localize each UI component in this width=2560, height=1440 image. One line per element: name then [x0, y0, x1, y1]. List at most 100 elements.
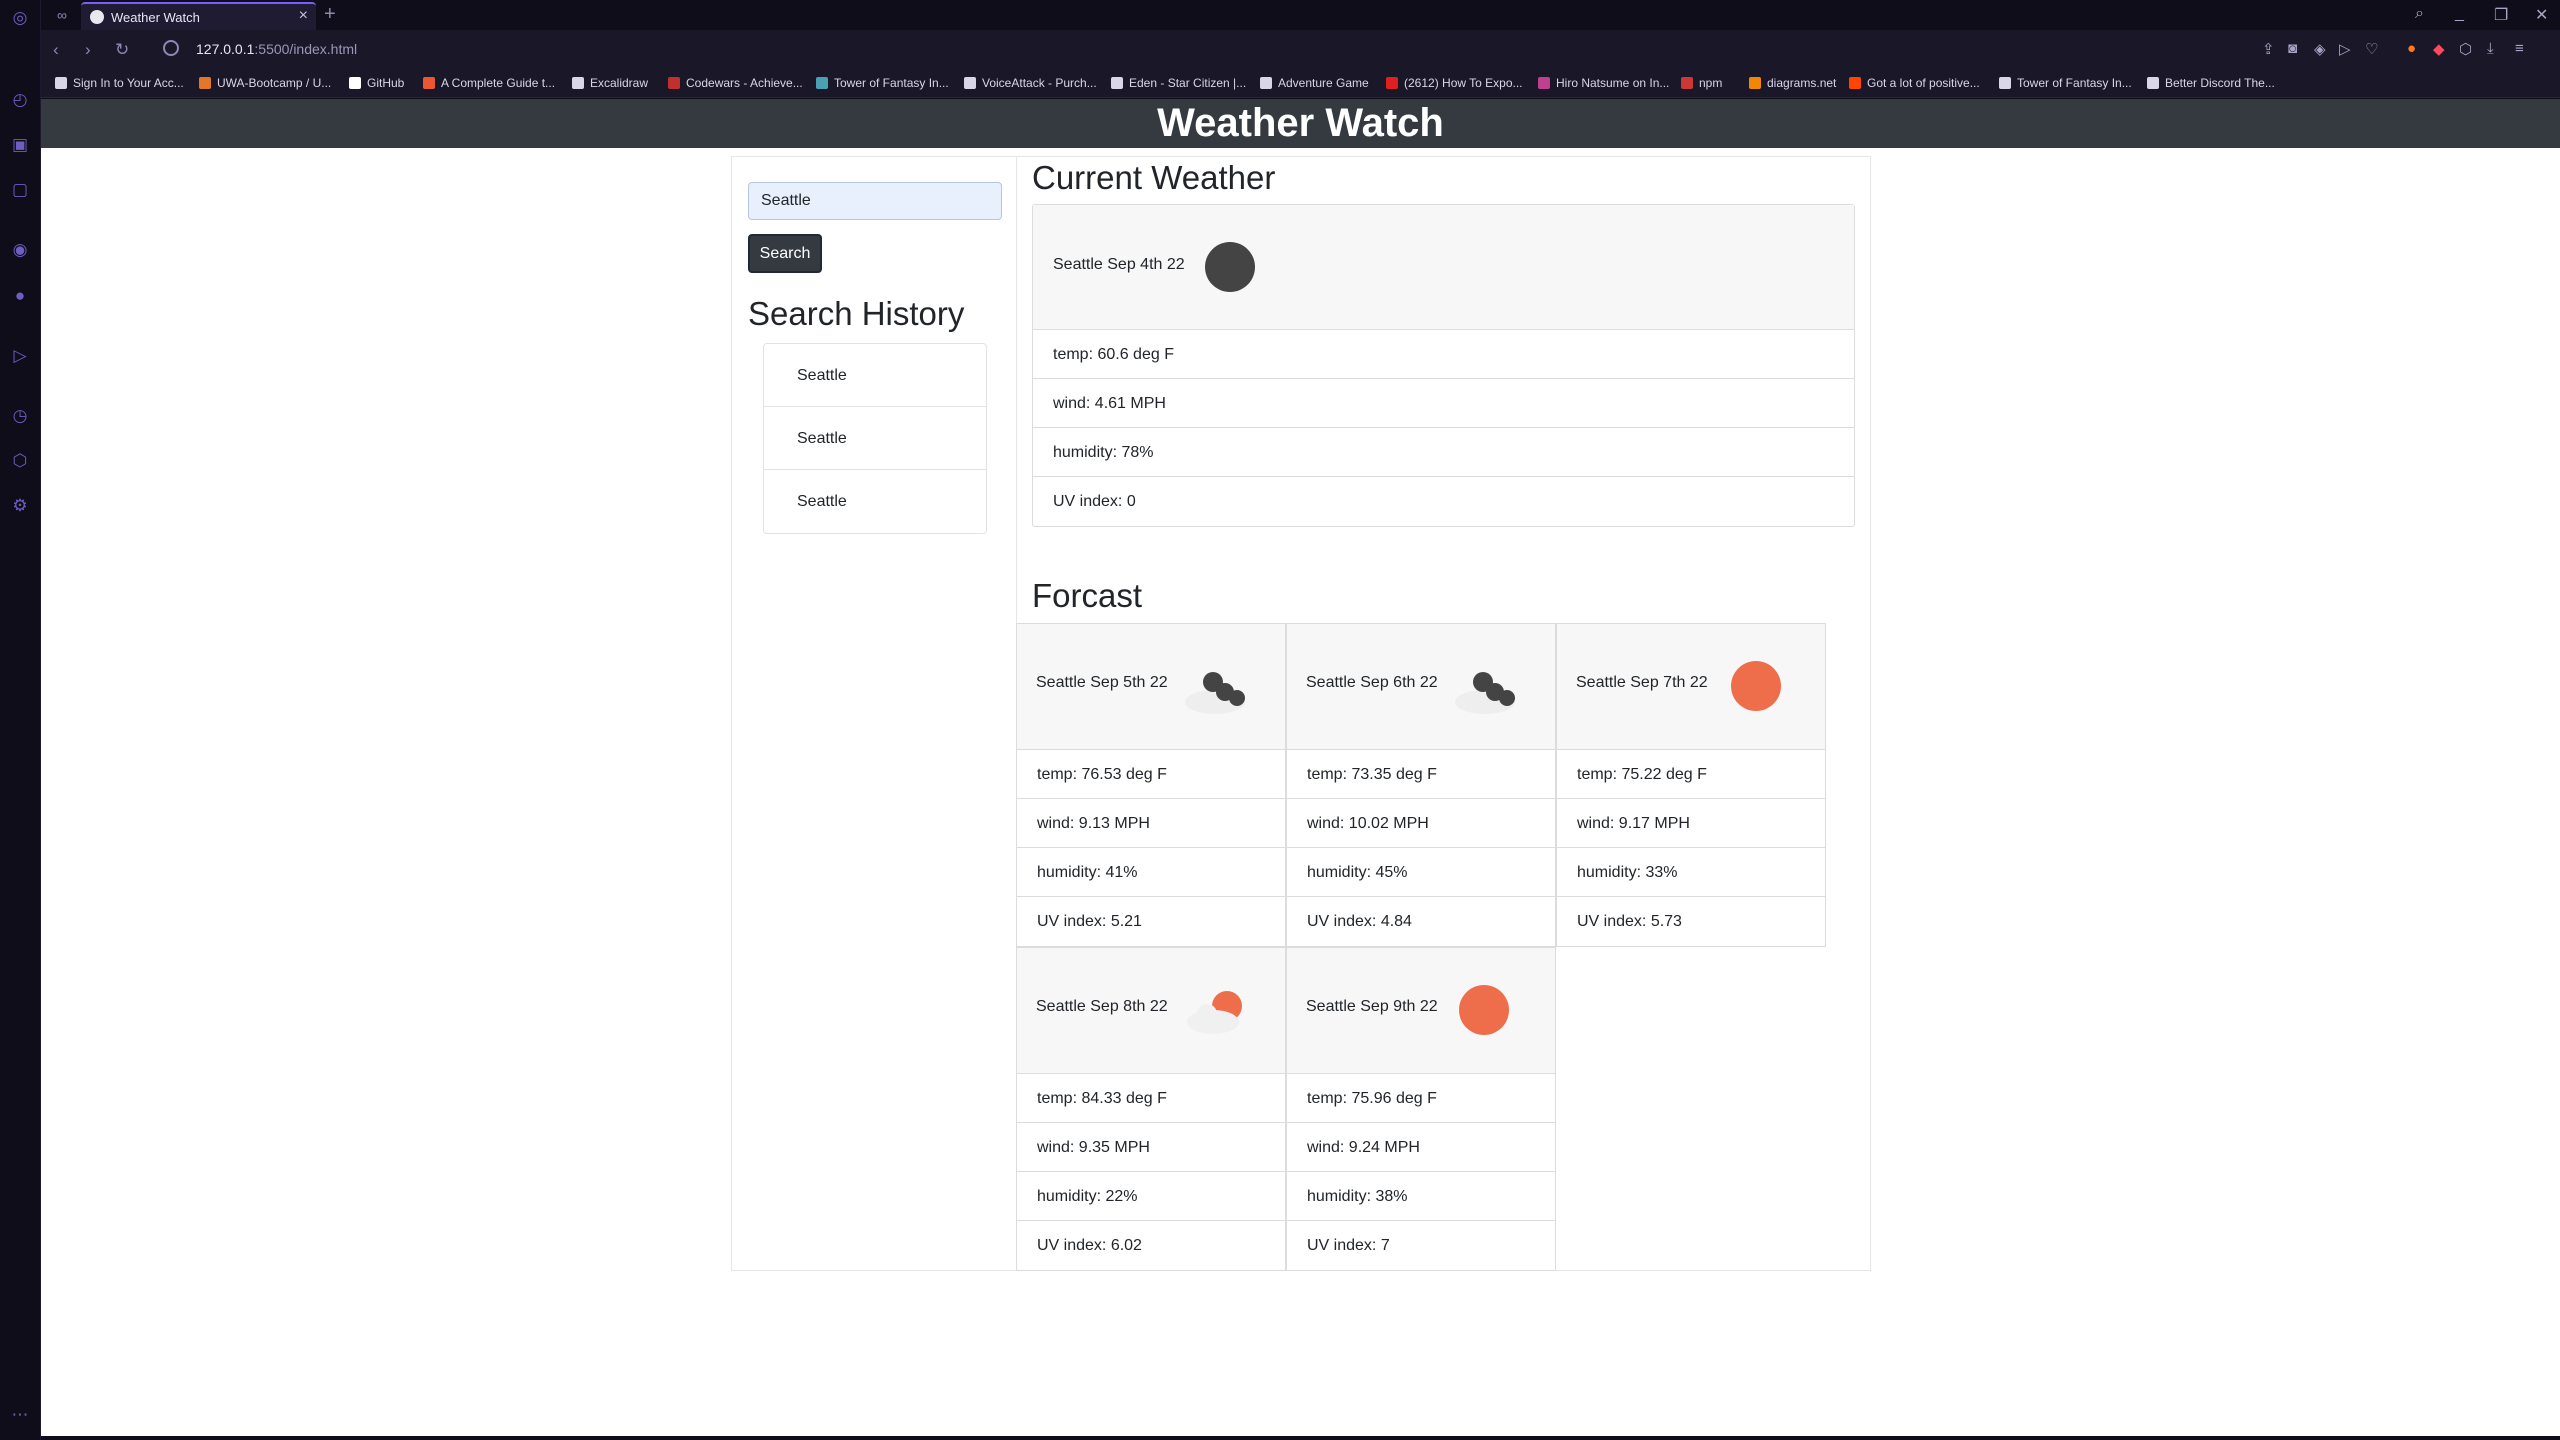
current-uv-index: UV index: 0	[1053, 493, 1136, 510]
history-item[interactable]: Seattle	[764, 407, 986, 470]
address-bar-row: ‹ › ↻ 127.0.0.1:5500/index.html ⇪ ◙ ◈ ▷ …	[41, 30, 2560, 70]
bookmark-favicon-icon	[668, 77, 680, 89]
bookmark-label: Codewars - Achieve...	[686, 76, 803, 90]
search-button[interactable]: Search	[748, 234, 822, 273]
reload-icon[interactable]: ↻	[115, 40, 129, 60]
clouds-icon	[1185, 672, 1245, 714]
bookmark-label: Tower of Fantasy In...	[2017, 76, 2132, 90]
forecast-temp: temp: 84.33 deg F	[1017, 1074, 1285, 1123]
messenger-icon[interactable]: ◉	[10, 240, 30, 260]
city-search-input[interactable]	[748, 182, 1002, 220]
url-field[interactable]: 127.0.0.1:5500/index.html	[196, 41, 357, 57]
bookmark-item[interactable]: Tower of Fantasy In...	[816, 76, 949, 90]
bookmark-favicon-icon	[816, 77, 828, 89]
forward-icon[interactable]: ›	[85, 40, 91, 60]
search-tabs-icon[interactable]: ⌕	[2415, 5, 2424, 23]
page-viewport: Weather Watch Search Search History Seat…	[41, 99, 2560, 1436]
forecast-location-date: Seattle Sep 6th 22	[1306, 674, 1438, 691]
bookmark-label: (2612) How To Expo...	[1404, 76, 1523, 90]
site-info-icon[interactable]	[163, 40, 179, 56]
bookmark-item[interactable]: Got a lot of positive...	[1849, 76, 1980, 90]
history-item[interactable]: Seattle	[764, 344, 986, 407]
current-wind: wind: 4.61 MPH	[1033, 379, 1854, 428]
bookmark-item[interactable]: GitHub	[349, 76, 404, 90]
back-icon[interactable]: ‹	[53, 40, 59, 60]
tab-title: Weather Watch	[111, 10, 200, 25]
close-window-icon[interactable]: ✕	[2535, 5, 2548, 25]
bookmark-item[interactable]: A Complete Guide t...	[423, 76, 555, 90]
history-icon[interactable]: ◷	[10, 406, 30, 426]
twitter-icon[interactable]: ●	[10, 286, 30, 306]
card-header: Seattle Sep 4th 22	[1033, 205, 1854, 330]
download-icon[interactable]: ⤓	[2487, 40, 2494, 57]
new-tab-plus-icon[interactable]: +	[324, 3, 336, 26]
restore-icon[interactable]: ❐	[2494, 5, 2508, 25]
close-tab-icon[interactable]: ×	[299, 7, 308, 25]
flow-icon[interactable]: ▷	[2339, 40, 2351, 58]
player-icon[interactable]: ▷	[10, 346, 30, 366]
url-host: 127.0.0.1	[196, 41, 255, 57]
bookmark-label: Eden - Star Citizen |...	[1129, 76, 1247, 90]
current-weather-card: Seattle Sep 4th 22 temp: 60.6 deg F wind…	[1032, 204, 1855, 527]
forecast-card: Seattle Sep 6th 22 temp: 73.35 deg F win…	[1286, 623, 1556, 947]
tab-weather-watch[interactable]: Weather Watch ×	[81, 2, 316, 30]
heart-icon[interactable]: ♡	[2365, 40, 2378, 58]
forecast-wind: wind: 9.17 MPH	[1557, 799, 1825, 848]
bookmark-item[interactable]: Hiro Natsume on In...	[1538, 76, 1669, 90]
settings-gear-icon[interactable]: ⚙	[10, 496, 30, 516]
bookmark-favicon-icon	[1386, 77, 1398, 89]
forecast-wind: wind: 9.24 MPH	[1287, 1123, 1555, 1172]
twitch-icon[interactable]: ▢	[10, 180, 30, 200]
forecast-card: Seattle Sep 5th 22 temp: 76.53 deg F win…	[1016, 623, 1286, 947]
extensions-icon[interactable]: ⬡	[10, 451, 30, 471]
bookmark-label: Got a lot of positive...	[1867, 76, 1980, 90]
history-item[interactable]: Seattle	[764, 470, 986, 533]
bookmark-item[interactable]: UWA-Bootcamp / U...	[199, 76, 331, 90]
url-path: :5500/index.html	[254, 41, 358, 57]
bookmark-item[interactable]: Sign In to Your Acc...	[55, 76, 184, 90]
minimize-icon[interactable]: _	[2455, 5, 2464, 23]
bookmark-favicon-icon	[1749, 77, 1761, 89]
share-icon[interactable]: ⇪	[2262, 40, 2275, 58]
current-temp: temp: 60.6 deg F	[1033, 330, 1854, 379]
forecast-wind: wind: 10.02 MPH	[1287, 799, 1555, 848]
wallet-icon[interactable]: ●	[2407, 40, 2416, 57]
bookmark-item[interactable]: Codewars - Achieve...	[668, 76, 803, 90]
workspaces-icon[interactable]: ▣	[10, 135, 30, 155]
menu-icon[interactable]: ≡	[2515, 40, 2524, 57]
cube-icon[interactable]: ⬡	[2459, 40, 2472, 58]
camera-icon[interactable]: ◙	[2288, 40, 2297, 57]
bookmark-item[interactable]: (2612) How To Expo...	[1386, 76, 1523, 90]
bookmark-item[interactable]: Tower of Fantasy In...	[1999, 76, 2132, 90]
current-weather-title: Current Weather	[1032, 159, 1276, 196]
forecast-location-date: Seattle Sep 7th 22	[1576, 674, 1708, 691]
forecast-wind: wind: 9.13 MPH	[1017, 799, 1285, 848]
more-icon[interactable]: ⋯	[10, 1405, 30, 1425]
bookmark-favicon-icon	[2147, 77, 2159, 89]
browser-sidebar: ◎ ◴ ▣ ▢ ◉ ● ▷ ◷ ⬡ ⚙ ⋯	[0, 0, 41, 1440]
bookmark-label: Sign In to Your Acc...	[73, 76, 184, 90]
sun-icon	[1459, 985, 1509, 1035]
vpn-shield-icon[interactable]: ◈	[2314, 40, 2326, 58]
clouds-icon	[1455, 672, 1515, 714]
bookmark-favicon-icon	[1681, 77, 1693, 89]
forecast-humidity: humidity: 45%	[1287, 848, 1555, 897]
bookmark-item[interactable]: diagrams.net	[1749, 76, 1836, 90]
bookmark-favicon-icon	[55, 77, 67, 89]
extension-red-icon[interactable]: ◆	[2433, 40, 2445, 58]
bookmark-label: diagrams.net	[1767, 76, 1837, 90]
speed-dial-icon[interactable]: ◴	[10, 90, 30, 110]
bookmark-item[interactable]: npm	[1681, 76, 1722, 90]
bookmark-item[interactable]: Excalidraw	[572, 76, 648, 90]
bookmark-label: VoiceAttack - Purch...	[982, 76, 1097, 90]
bookmark-item[interactable]: Adventure Game	[1260, 76, 1369, 90]
bookmark-item[interactable]: Eden - Star Citizen |...	[1111, 76, 1246, 90]
bookmark-item[interactable]: VoiceAttack - Purch...	[964, 76, 1097, 90]
bookmark-item[interactable]: Better Discord The...	[2147, 76, 2275, 90]
search-history-title: Search History	[748, 295, 965, 332]
browser-logo-icon[interactable]: ◎	[10, 8, 30, 28]
card-header: Seattle Sep 7th 22	[1557, 624, 1825, 750]
tab-islands-icon[interactable]: ∞	[47, 4, 77, 26]
card-header: Seattle Sep 9th 22	[1287, 948, 1555, 1074]
bookmark-favicon-icon	[1111, 77, 1123, 89]
